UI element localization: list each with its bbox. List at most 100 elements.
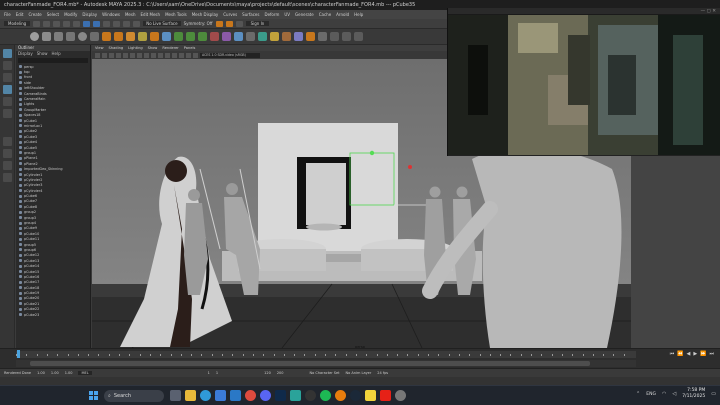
bevel-icon[interactable] bbox=[198, 32, 207, 41]
edge-icon[interactable] bbox=[200, 390, 211, 401]
select-component-icon[interactable] bbox=[103, 20, 111, 27]
shadows-icon[interactable] bbox=[172, 52, 177, 58]
center-pivot-icon[interactable] bbox=[330, 32, 339, 41]
menu-cache[interactable]: Cache bbox=[319, 12, 331, 17]
volume-icon[interactable]: ◁ bbox=[672, 391, 676, 397]
hypershade-icon[interactable] bbox=[294, 32, 303, 41]
blender-icon[interactable] bbox=[335, 390, 346, 401]
vp-menu-show[interactable]: Show bbox=[148, 46, 158, 50]
go-to-start-icon[interactable]: ⏮ bbox=[670, 351, 675, 357]
steam-icon[interactable] bbox=[350, 390, 361, 401]
sculpt-icon[interactable] bbox=[282, 32, 291, 41]
current-time-marker[interactable] bbox=[17, 350, 20, 358]
spotify-icon[interactable] bbox=[320, 390, 331, 401]
select-tool-icon[interactable] bbox=[3, 49, 12, 58]
delete-history-icon[interactable] bbox=[354, 32, 363, 41]
fps-dropdown[interactable]: 24 fps bbox=[377, 371, 388, 375]
use-all-lights-icon[interactable] bbox=[165, 52, 170, 58]
outliner-menu-display[interactable]: Display bbox=[18, 51, 33, 57]
grid-toggle-icon[interactable] bbox=[116, 52, 121, 58]
chrome-icon[interactable] bbox=[245, 390, 256, 401]
taskbar-search[interactable]: ⌕ Search bbox=[104, 390, 164, 402]
menu-file[interactable]: File bbox=[4, 12, 11, 17]
undo-icon[interactable] bbox=[63, 20, 71, 27]
poly-plane-icon[interactable] bbox=[90, 32, 99, 41]
wifi-icon[interactable]: ◠ bbox=[662, 391, 666, 397]
field-z[interactable]: 1.00 bbox=[65, 371, 73, 375]
step-back-icon[interactable]: ⏪ bbox=[677, 351, 683, 357]
target-weld-icon[interactable] bbox=[222, 32, 231, 41]
range-slider-handle[interactable] bbox=[30, 361, 590, 366]
separate-icon[interactable] bbox=[114, 32, 123, 41]
open-scene-icon[interactable] bbox=[43, 20, 51, 27]
menu-generate[interactable]: Generate bbox=[295, 12, 314, 17]
paint-select-icon[interactable] bbox=[3, 73, 12, 82]
go-to-end-icon[interactable]: ⏭ bbox=[709, 351, 714, 357]
poly-cylinder-icon[interactable] bbox=[54, 32, 63, 41]
render-view-icon[interactable] bbox=[306, 32, 315, 41]
script-editor-icon[interactable] bbox=[318, 32, 327, 41]
menu-mesh[interactable]: Mesh bbox=[125, 12, 136, 17]
store-icon[interactable] bbox=[215, 390, 226, 401]
play-forward-icon[interactable]: ▶ bbox=[693, 351, 697, 357]
render-icon[interactable] bbox=[215, 20, 223, 27]
menu-curves[interactable]: Curves bbox=[223, 12, 237, 17]
quad-draw-icon[interactable] bbox=[258, 32, 267, 41]
file-explorer-icon[interactable] bbox=[185, 390, 196, 401]
end-frame-field[interactable]: 120 bbox=[264, 371, 271, 375]
menu-help[interactable]: Help bbox=[354, 12, 363, 17]
vp-menu-panels[interactable]: Panels bbox=[184, 46, 196, 50]
menu-arnold[interactable]: Arnold bbox=[336, 12, 349, 17]
menu-modify[interactable]: Modify bbox=[64, 12, 77, 17]
vp-menu-lighting[interactable]: Lighting bbox=[128, 46, 143, 50]
task-view-icon[interactable] bbox=[170, 390, 181, 401]
settings-icon[interactable] bbox=[395, 390, 406, 401]
render-settings-icon[interactable] bbox=[235, 20, 243, 27]
menu-create[interactable]: Create bbox=[28, 12, 41, 17]
character-set-dropdown[interactable]: No Character Set bbox=[310, 371, 340, 375]
clock[interactable]: 7:58 PM 7/11/2025 bbox=[682, 388, 705, 400]
vp-menu-renderer[interactable]: Renderer bbox=[162, 46, 178, 50]
language-indicator[interactable]: ENG bbox=[646, 392, 656, 397]
isolate-select-icon[interactable] bbox=[193, 52, 198, 58]
poly-cone-icon[interactable] bbox=[66, 32, 75, 41]
extract-icon[interactable] bbox=[126, 32, 135, 41]
poly-cube-icon[interactable] bbox=[42, 32, 51, 41]
menu-edit-mesh[interactable]: Edit Mesh bbox=[141, 12, 161, 17]
start-frame-field[interactable]: 1 bbox=[216, 371, 218, 375]
menu-select[interactable]: Select bbox=[47, 12, 59, 17]
range-end-field[interactable]: 200 bbox=[277, 371, 284, 375]
step-forward-icon[interactable]: ⏩ bbox=[700, 351, 706, 357]
layout-single-icon[interactable] bbox=[3, 137, 12, 146]
fill-hole-icon[interactable] bbox=[246, 32, 255, 41]
menu-uv[interactable]: UV bbox=[284, 12, 290, 17]
layout-four-icon[interactable] bbox=[3, 149, 12, 158]
uv-editor-icon[interactable] bbox=[270, 32, 279, 41]
multi-cut-icon[interactable] bbox=[210, 32, 219, 41]
ipr-render-icon[interactable] bbox=[225, 20, 233, 27]
sign-in-button[interactable]: Sign In bbox=[245, 21, 270, 26]
layout-side-icon[interactable] bbox=[3, 161, 12, 170]
photoshop-icon[interactable] bbox=[275, 390, 286, 401]
menu-edit[interactable]: Edit bbox=[16, 12, 24, 17]
new-scene-icon[interactable] bbox=[33, 20, 41, 27]
redo-icon[interactable] bbox=[73, 20, 81, 27]
notifications-icon[interactable]: ▭ bbox=[711, 391, 716, 397]
notes-icon[interactable] bbox=[365, 390, 376, 401]
live-surface-field[interactable]: No Live Surface bbox=[143, 21, 181, 26]
maya-icon[interactable] bbox=[290, 390, 301, 401]
menu-mesh-display[interactable]: Mesh Display bbox=[192, 12, 219, 17]
wireframe-icon[interactable] bbox=[137, 52, 142, 58]
scale-tool-icon[interactable] bbox=[3, 109, 12, 118]
youtube-icon[interactable] bbox=[380, 390, 391, 401]
freeze-transform-icon[interactable] bbox=[342, 32, 351, 41]
poly-torus-icon[interactable] bbox=[78, 32, 87, 41]
mel-toggle[interactable]: MEL bbox=[78, 371, 92, 375]
smooth-shade-icon[interactable] bbox=[144, 52, 149, 58]
reference-image-window[interactable]: — ▢ ✕ bbox=[447, 8, 720, 156]
window-controls-icon[interactable]: — ▢ ✕ bbox=[701, 9, 716, 14]
discord-icon[interactable] bbox=[260, 390, 271, 401]
save-scene-icon[interactable] bbox=[53, 20, 61, 27]
vp-menu-view[interactable]: View bbox=[95, 46, 104, 50]
outliner-menu-help[interactable]: Help bbox=[52, 51, 61, 57]
